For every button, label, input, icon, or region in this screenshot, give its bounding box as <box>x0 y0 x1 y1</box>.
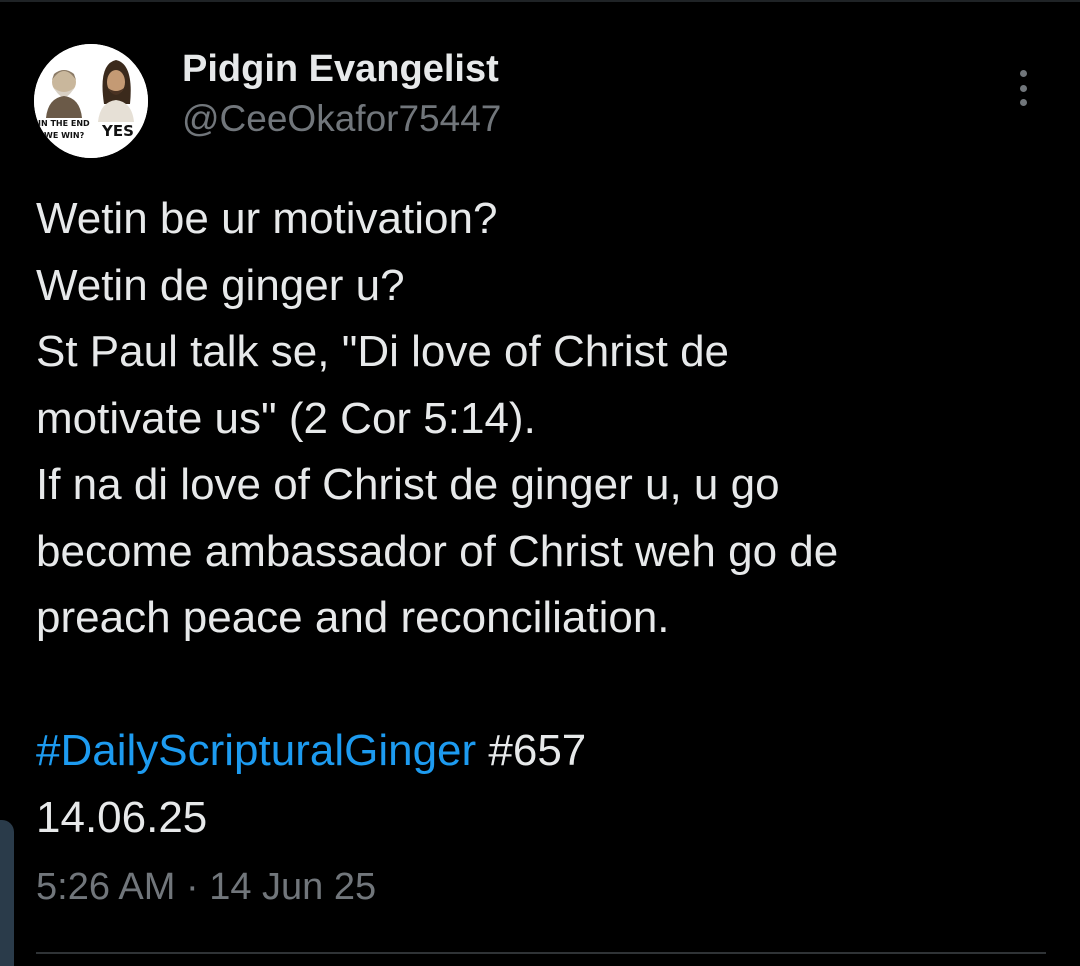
more-dot <box>1019 84 1027 92</box>
post-date: 14 Jun 25 <box>209 866 377 908</box>
tweet-line: Wetin be ur motivation? <box>36 194 498 243</box>
post-number: #657 <box>476 726 587 775</box>
bottom-divider <box>36 952 1046 954</box>
tweet-line: motivate us" (2 Cor 5:14). <box>36 393 536 443</box>
more-vertical-icon[interactable] <box>1008 66 1038 110</box>
tweet-line: Wetin de ginger u? <box>36 260 405 310</box>
tweet-line: preach peace and reconciliation. <box>36 593 670 642</box>
post-time: 5:26 AM <box>36 866 176 908</box>
author-handle[interactable]: @CeeOkafor75447 <box>182 98 501 140</box>
hashtag-line: #DailyScripturalGinger #657 <box>36 718 1056 785</box>
tweet-text: Wetin be ur motivation? Wetin de ginger … <box>36 186 1056 851</box>
tweet-page: IN THE END WE WIN? YES Pidgin Evangelist… <box>0 0 1080 966</box>
tweet-line: St Paul talk se, "Di love of Christ de <box>36 327 730 376</box>
avatar-image: IN THE END WE WIN? YES <box>34 44 148 158</box>
avatar-text-left-2: WE WIN? <box>44 131 85 140</box>
author-name[interactable]: Pidgin Evangelist <box>182 48 499 91</box>
date-line: 14.06.25 <box>36 792 208 842</box>
more-dot <box>1019 99 1027 106</box>
more-dot <box>1019 70 1027 77</box>
post-timestamp[interactable]: 5:26 AM · 14 Jun 25 <box>36 866 376 909</box>
left-edge-accent <box>0 820 14 966</box>
avatar[interactable]: IN THE END WE WIN? YES <box>34 44 148 158</box>
tweet-line: If na di love of Christ de ginger u, u g… <box>36 460 780 509</box>
tweet-line: become ambassador of Christ weh go de <box>36 526 839 576</box>
timestamp-separator: · <box>175 866 210 908</box>
hashtag-link[interactable]: #DailyScripturalGinger <box>36 726 476 775</box>
avatar-text-right: YES <box>101 122 134 140</box>
avatar-text-left-1: IN THE END <box>38 119 90 128</box>
top-divider <box>0 0 1080 2</box>
